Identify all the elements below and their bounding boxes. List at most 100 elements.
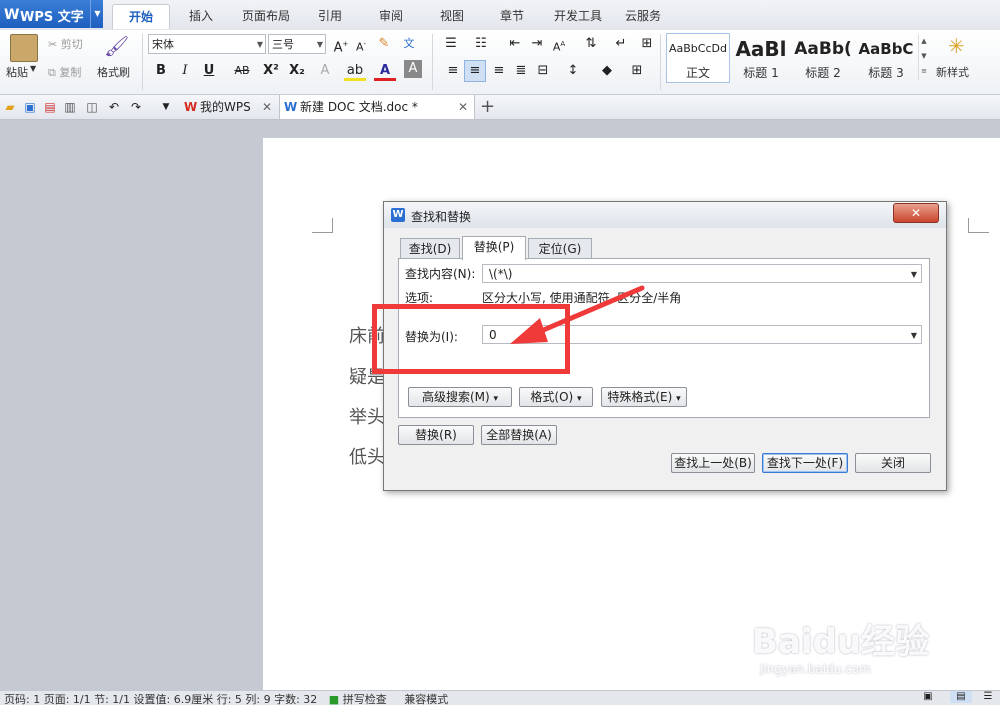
tab-references[interactable]: 引用 (306, 4, 354, 28)
save-icon[interactable]: ▣ (22, 99, 38, 115)
tab-view[interactable]: 视图 (428, 4, 476, 28)
sort-icon[interactable]: ⇅ (580, 33, 602, 55)
print-preview-icon[interactable]: ◫ (84, 99, 100, 115)
document-line[interactable]: 举头 (349, 403, 385, 429)
italic-button[interactable]: I (174, 60, 196, 82)
replace-all-button[interactable]: 全部替换(A) (481, 425, 557, 445)
chevron-down-icon[interactable]: ▼ (911, 265, 917, 284)
new-style-button[interactable]: 新样式 (936, 64, 969, 80)
tab-page-layout[interactable]: 页面布局 (236, 4, 296, 28)
line-spacing-icon[interactable]: ↕ (562, 60, 584, 82)
tab-section[interactable]: 章节 (488, 4, 536, 28)
tab-insert[interactable]: 插入 (176, 4, 226, 28)
app-menu-button[interactable]: W WPS 文字 ▼ (0, 0, 103, 28)
print-icon[interactable]: ▥ (62, 99, 78, 115)
border-icon[interactable]: ⊞ (626, 60, 648, 82)
cut-button[interactable]: ✂ 剪切 (48, 36, 83, 52)
grow-font-icon[interactable]: A+ (330, 33, 352, 55)
clear-format-icon[interactable]: ✎ (373, 33, 395, 55)
scissors-icon: ✂ (48, 38, 58, 51)
style-heading-1[interactable]: AaBl 标题 1 (730, 33, 792, 83)
copy-button[interactable]: ⧉ 复制 (48, 64, 81, 80)
style-preview: AaBb( (794, 39, 852, 59)
open-folder-icon[interactable]: ▰ (2, 99, 18, 115)
doc-tab-my-wps[interactable]: W 我的WPS ✕ (180, 95, 278, 119)
tab-goto[interactable]: 定位(G) (528, 238, 592, 259)
find-input[interactable]: \(*\) ▼ (482, 264, 922, 283)
chevron-down-icon[interactable]: ▼ (90, 0, 104, 28)
chevron-down-icon[interactable]: ▼ (158, 99, 174, 115)
status-info: 页码: 1 页面: 1/1 节: 1/1 设置值: 6.9厘米 行: 5 列: … (4, 693, 318, 705)
close-icon[interactable]: ✕ (893, 203, 939, 223)
justify-icon[interactable]: ≣ (510, 60, 532, 82)
decrease-indent-icon[interactable]: ⇤ (504, 33, 526, 55)
numbered-list-icon[interactable]: ☷ (470, 33, 492, 55)
table-icon[interactable]: ⊞ (636, 33, 658, 55)
close-button[interactable]: 关闭 (855, 453, 931, 473)
shrink-font-icon[interactable]: A- (350, 33, 372, 55)
dialog-title-bar[interactable]: W 查找和替换 (384, 202, 946, 228)
format-button[interactable]: 格式(O) ▾ (519, 387, 593, 407)
close-icon[interactable]: ✕ (262, 95, 272, 119)
change-case-icon[interactable]: AA (548, 33, 570, 55)
document-line[interactable]: 低头 (349, 443, 385, 469)
outline-view-icon[interactable]: ☰ (978, 691, 998, 703)
find-next-button[interactable]: 查找下一处(F) (762, 453, 848, 473)
doc-tab-active[interactable]: W 新建 DOC 文档.doc * ✕ (279, 95, 475, 119)
tab-developer[interactable]: 开发工具 (548, 4, 608, 28)
new-style-icon[interactable]: ✳ (948, 34, 965, 58)
button-label: 格式(O) (530, 390, 574, 404)
tab-find[interactable]: 查找(D) (400, 238, 460, 259)
new-tab-plus-icon[interactable]: + (480, 96, 495, 117)
increase-indent-icon[interactable]: ⇥ (526, 33, 548, 55)
full-screen-icon[interactable]: ▣ (918, 691, 938, 703)
font-name-combo[interactable]: 宋体 ▼ (148, 34, 266, 54)
export-pdf-icon[interactable]: ▤ (42, 99, 58, 115)
style-heading-2[interactable]: AaBb( 标题 2 (792, 33, 854, 83)
advanced-search-button[interactable]: 高级搜索(M) ▾ (408, 387, 512, 407)
chevron-down-icon[interactable]: ▼ (257, 35, 263, 55)
chevron-down-icon[interactable]: ▼ (911, 326, 917, 345)
paragraph-mark-icon[interactable]: ↵ (610, 33, 632, 55)
strikethrough-button[interactable]: AB (228, 60, 256, 82)
align-right-icon[interactable]: ≡ (488, 60, 510, 82)
style-normal[interactable]: AaBbCcDd 正文 (666, 33, 730, 83)
highlight-icon[interactable]: ab (344, 60, 366, 81)
style-heading-3[interactable]: AaBbC 标题 3 (854, 33, 918, 83)
style-gallery-scroll[interactable]: ▲ ▼ ≡ (918, 34, 929, 80)
undo-icon[interactable]: ↶ (106, 99, 122, 115)
tab-replace[interactable]: 替换(P) (462, 236, 526, 260)
distributed-icon[interactable]: ⊟ (532, 60, 554, 82)
page-view-icon[interactable]: ▤ (950, 691, 972, 703)
align-left-icon[interactable]: ≡ (442, 60, 464, 82)
paste-label[interactable]: 粘贴 (6, 64, 28, 80)
paste-button[interactable] (6, 34, 40, 62)
font-size-combo[interactable]: 三号 ▼ (268, 34, 326, 54)
replace-button[interactable]: 替换(R) (398, 425, 474, 445)
redo-icon[interactable]: ↷ (128, 99, 144, 115)
tab-home[interactable]: 开始 (112, 4, 170, 29)
tab-cloud[interactable]: 云服务 (618, 4, 668, 28)
bullet-list-icon[interactable]: ☰ (440, 33, 462, 55)
align-center-icon[interactable]: ≡ (464, 60, 486, 82)
chevron-down-icon[interactable]: ▼ (30, 64, 36, 73)
text-effect-icon[interactable]: A (314, 60, 336, 82)
superscript-button[interactable]: X² (260, 60, 282, 82)
format-painter-button[interactable]: 格式刷 (97, 64, 130, 80)
bold-button[interactable]: B (150, 60, 172, 82)
chevron-down-icon[interactable]: ▼ (317, 35, 323, 55)
special-format-button[interactable]: 特殊格式(E) ▾ (601, 387, 687, 407)
style-preview: AaBbC (858, 40, 914, 58)
brush-icon[interactable]: 🖌 (104, 34, 129, 58)
subscript-button[interactable]: X₂ (286, 60, 308, 82)
underline-button[interactable]: U (198, 60, 220, 82)
shading-icon[interactable]: ◆ (596, 60, 618, 82)
spell-check-button[interactable]: 拼写检查 (343, 693, 387, 705)
close-icon[interactable]: ✕ (458, 95, 468, 119)
find-previous-button[interactable]: 查找上一处(B) (671, 453, 755, 473)
tab-review[interactable]: 审阅 (366, 4, 416, 28)
phonetic-icon[interactable]: 文 (398, 33, 420, 55)
font-color-icon[interactable]: A (374, 60, 396, 81)
char-shading-icon[interactable]: A (404, 60, 422, 78)
button-label: 高级搜索(M) (421, 390, 490, 404)
